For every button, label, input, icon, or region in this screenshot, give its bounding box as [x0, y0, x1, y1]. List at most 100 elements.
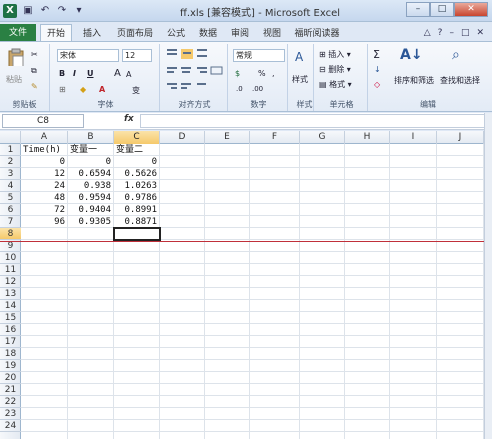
customize-qat-icon[interactable]: ▾ [73, 5, 85, 17]
find-select-button[interactable]: 查找和选择 [440, 75, 480, 86]
cell-a2[interactable]: 0 [23, 156, 65, 168]
tab-foxit[interactable]: 福昕阅读器 [292, 26, 342, 42]
tab-review[interactable]: 审阅 [226, 26, 254, 42]
column-header-g[interactable]: G [300, 131, 345, 144]
cell-c5[interactable]: 0.9786 [116, 192, 157, 204]
tab-file[interactable]: 文件 [0, 24, 36, 42]
borders-icon[interactable]: ⊞ [59, 85, 66, 94]
column-header-c[interactable]: C [114, 131, 160, 144]
sort-filter-icon[interactable]: A↓ [400, 47, 423, 63]
column-header-j[interactable]: J [437, 131, 484, 144]
cell-b7[interactable]: 0.9305 [70, 216, 111, 228]
row-header-11[interactable]: 11 [0, 264, 21, 276]
currency-icon[interactable]: $ [235, 69, 240, 78]
cell-c1[interactable]: 变量二 [116, 144, 157, 156]
fill-color-icon[interactable]: ◆ [80, 85, 86, 94]
row-header-17[interactable]: 17 [0, 336, 21, 348]
formula-input[interactable] [140, 114, 488, 128]
row-header-12[interactable]: 12 [0, 276, 21, 288]
styles-button[interactable]: 样式 [292, 74, 308, 85]
row-header-22[interactable]: 22 [0, 396, 21, 408]
find-select-icon[interactable]: ⌕ [452, 47, 460, 63]
sort-filter-button[interactable]: 排序和筛选 [394, 75, 434, 86]
undo-icon[interactable]: ↶ [39, 5, 51, 17]
restore-window-icon[interactable]: – [449, 28, 454, 38]
name-box[interactable]: C8 [2, 114, 84, 128]
styles-icon[interactable]: A [295, 50, 303, 64]
row-header-8[interactable]: 8 [0, 228, 21, 240]
alignment-icons[interactable] [167, 49, 225, 99]
paste-label[interactable]: 粘贴 [6, 74, 22, 85]
worksheet-grid[interactable]: ABCDEFGHIJ 1 2 3 4 5 6 7 8 9 10 11 12 13 14 15 16 17 18 19… [0, 131, 492, 439]
percent-button[interactable]: % [258, 69, 266, 78]
row-header-2[interactable]: 2 [0, 156, 21, 168]
excel-app-icon[interactable]: X [3, 4, 17, 18]
save-icon[interactable]: ▣ [22, 5, 34, 17]
column-header-h[interactable]: H [345, 131, 390, 144]
active-cell-cursor[interactable] [113, 227, 161, 241]
paste-icon[interactable] [6, 48, 26, 66]
cell-b2[interactable]: 0 [70, 156, 111, 168]
row-header-6[interactable]: 6 [0, 204, 21, 216]
doc-restore-icon[interactable]: □ [461, 28, 470, 38]
row-header-24[interactable]: 24 [0, 420, 21, 432]
cell-c3[interactable]: 0.5626 [116, 168, 157, 180]
row-header-20[interactable]: 20 [0, 372, 21, 384]
row-header-3[interactable]: 3 [0, 168, 21, 180]
maximize-button[interactable]: □ [430, 2, 454, 17]
close-button[interactable]: ✕ [454, 2, 488, 17]
delete-cells-button[interactable]: ⊟ 删除 ▾ [319, 64, 351, 75]
cell-a4[interactable]: 24 [23, 180, 65, 192]
clear-icon[interactable]: ◇ [374, 80, 380, 89]
redo-icon[interactable]: ↷ [56, 5, 68, 17]
tab-data[interactable]: 数据 [194, 26, 222, 42]
cell-b3[interactable]: 0.6594 [70, 168, 111, 180]
row-header-10[interactable]: 10 [0, 252, 21, 264]
column-header-b[interactable]: B [68, 131, 114, 144]
fill-icon[interactable]: ↓ [374, 65, 381, 74]
cell-b1[interactable]: 变量一 [70, 144, 111, 156]
doc-close-icon[interactable]: ✕ [476, 28, 484, 38]
row-header-21[interactable]: 21 [0, 384, 21, 396]
column-header-i[interactable]: I [390, 131, 437, 144]
minimize-button[interactable]: – [406, 2, 430, 17]
row-header-15[interactable]: 15 [0, 312, 21, 324]
cell-a1[interactable]: Time(h) [23, 144, 65, 156]
row-header-1[interactable]: 1 [0, 144, 21, 156]
tab-view[interactable]: 视图 [258, 26, 286, 42]
copy-icon[interactable]: ⧉ [31, 66, 37, 76]
minimize-ribbon-icon[interactable]: △ [424, 28, 431, 38]
row-header-7[interactable]: 7 [0, 216, 21, 228]
row-header-5[interactable]: 5 [0, 192, 21, 204]
tab-insert[interactable]: 插入 [76, 26, 108, 42]
vertical-scrollbar[interactable] [484, 113, 492, 439]
tab-page-layout[interactable]: 页面布局 [112, 26, 158, 42]
cell-a7[interactable]: 96 [23, 216, 65, 228]
font-size-combo[interactable]: 12 [122, 49, 152, 62]
format-cells-button[interactable]: ▤ 格式 ▾ [319, 79, 352, 90]
cell-a6[interactable]: 72 [23, 204, 65, 216]
font-color-icon[interactable]: A [99, 85, 105, 94]
shrink-font-button[interactable]: A [126, 70, 131, 79]
row-header-14[interactable]: 14 [0, 300, 21, 312]
format-painter-icon[interactable]: ✎ [31, 82, 38, 91]
cell-c6[interactable]: 0.8991 [116, 204, 157, 216]
row-header-18[interactable]: 18 [0, 348, 21, 360]
decrease-decimal-icon[interactable]: .00 [252, 85, 263, 93]
tab-formulas[interactable]: 公式 [162, 26, 190, 42]
phonetic-button[interactable]: 变 [132, 85, 140, 96]
cell-c2[interactable]: 0 [116, 156, 157, 168]
column-header-e[interactable]: E [205, 131, 250, 144]
select-all-corner[interactable] [0, 131, 21, 144]
cell-a5[interactable]: 48 [23, 192, 65, 204]
column-header-f[interactable]: F [250, 131, 300, 144]
row-header-16[interactable]: 16 [0, 324, 21, 336]
number-format-combo[interactable]: 常规 [233, 49, 285, 62]
increase-decimal-icon[interactable]: .0 [236, 85, 243, 93]
grow-font-button[interactable]: A [114, 68, 121, 79]
cell-a3[interactable]: 12 [23, 168, 65, 180]
cell-c4[interactable]: 1.0263 [116, 180, 157, 192]
column-header-a[interactable]: A [21, 131, 68, 144]
underline-button[interactable]: U [87, 69, 94, 78]
italic-button[interactable]: I [73, 69, 76, 78]
